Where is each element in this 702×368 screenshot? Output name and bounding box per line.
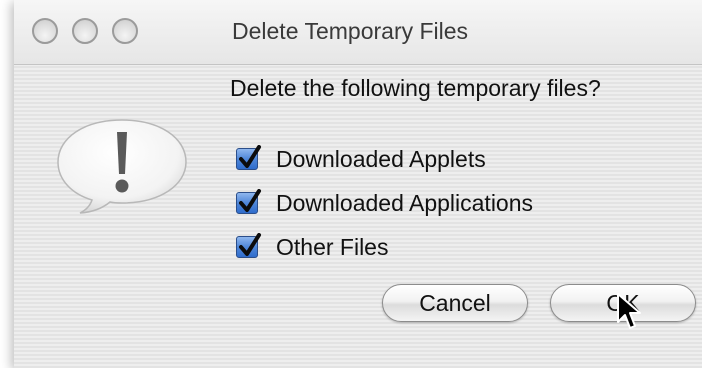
option-label: Downloaded Applications bbox=[276, 189, 534, 216]
dialog-message: Delete the following temporary files? bbox=[230, 75, 601, 101]
title-bar[interactable]: Delete Temporary Files bbox=[14, 0, 702, 65]
checkmark-icon bbox=[239, 189, 261, 212]
cancel-button[interactable]: Cancel bbox=[382, 284, 528, 322]
alert-exclamation-icon bbox=[54, 118, 190, 214]
zoom-button[interactable] bbox=[112, 18, 138, 44]
option-label: Downloaded Applets bbox=[276, 145, 486, 172]
option-downloaded-applets[interactable]: Downloaded Applets bbox=[236, 144, 486, 174]
close-button[interactable] bbox=[32, 18, 58, 44]
option-label: Other Files bbox=[276, 233, 389, 260]
option-downloaded-applications[interactable]: Downloaded Applications bbox=[236, 188, 533, 218]
checkmark-icon bbox=[239, 233, 261, 256]
ok-button[interactable]: OK bbox=[550, 284, 696, 322]
checkmark-icon bbox=[239, 145, 261, 168]
checkbox-downloaded-applets[interactable] bbox=[236, 145, 261, 170]
minimize-button[interactable] bbox=[72, 18, 98, 44]
option-other-files[interactable]: Other Files bbox=[236, 232, 388, 262]
window-title: Delete Temporary Files bbox=[232, 18, 469, 44]
checkbox-other-files[interactable] bbox=[236, 233, 261, 258]
dialog-window: Delete Temporary Files Delete the follow… bbox=[14, 0, 702, 368]
checkbox-downloaded-applications[interactable] bbox=[236, 189, 261, 214]
